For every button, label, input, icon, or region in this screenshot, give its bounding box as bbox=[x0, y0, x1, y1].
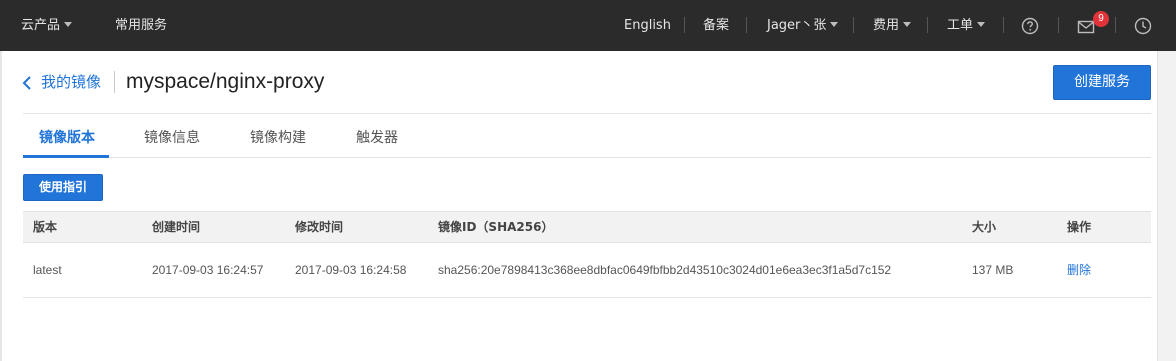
nav-divider bbox=[853, 17, 854, 33]
column-header-created: 创建时间 bbox=[152, 220, 201, 234]
clock-icon[interactable] bbox=[1134, 17, 1152, 35]
tab-triggers[interactable]: 触发器 bbox=[356, 127, 398, 158]
right-scroll-gutter[interactable] bbox=[1157, 51, 1176, 361]
nav-divider bbox=[1115, 17, 1116, 33]
cell-created: 2017-09-03 16:24:57 bbox=[152, 263, 264, 277]
products-menu-label: 云产品 bbox=[21, 18, 61, 33]
column-header-version: 版本 bbox=[33, 220, 58, 234]
nav-divider bbox=[1058, 17, 1059, 33]
top-navbar: 云产品 常用服务 English 备案 Jager丶张 费用 工单 9 bbox=[0, 0, 1176, 51]
column-header-actions: 操作 bbox=[1067, 220, 1092, 234]
tab-image-versions[interactable]: 镜像版本 bbox=[39, 127, 95, 158]
cell-version: latest bbox=[33, 263, 62, 277]
nav-divider bbox=[927, 17, 928, 33]
nav-divider bbox=[1003, 17, 1004, 33]
column-header-modified: 修改时间 bbox=[295, 220, 344, 234]
delete-link[interactable]: 删除 bbox=[1067, 243, 1091, 297]
chevron-down-icon bbox=[903, 22, 912, 27]
record-link[interactable]: 备案 bbox=[703, 0, 729, 51]
language-switch[interactable]: English bbox=[624, 0, 671, 51]
products-menu[interactable]: 云产品 bbox=[21, 0, 73, 51]
chevron-down-icon bbox=[977, 22, 986, 27]
header-divider bbox=[23, 113, 1151, 114]
table-row: latest 2017-09-03 16:24:57 2017-09-03 16… bbox=[23, 243, 1151, 298]
breadcrumb-my-images[interactable]: 我的镜像 bbox=[41, 72, 101, 92]
left-edge bbox=[0, 51, 2, 361]
cell-modified: 2017-09-03 16:24:58 bbox=[295, 263, 407, 277]
services-menu[interactable]: 常用服务 bbox=[115, 0, 167, 51]
title-divider bbox=[114, 71, 115, 93]
usage-guide-button[interactable]: 使用指引 bbox=[23, 174, 103, 201]
nav-divider bbox=[746, 17, 747, 33]
tab-image-build[interactable]: 镜像构建 bbox=[250, 127, 306, 158]
create-service-button[interactable]: 创建服务 bbox=[1053, 65, 1151, 100]
column-header-size: 大小 bbox=[972, 220, 997, 234]
table-header: 版本 创建时间 修改时间 镜像ID（SHA256） 大小 操作 bbox=[23, 211, 1151, 243]
cell-image-id: sha256:20e7898413c368ee8dbfac0649fbfbb2d… bbox=[438, 263, 892, 277]
tabs-divider bbox=[23, 157, 1151, 158]
tickets-label: 工单 bbox=[947, 18, 974, 33]
billing-label: 费用 bbox=[873, 18, 900, 33]
chevron-down-icon bbox=[64, 22, 73, 27]
tickets-menu[interactable]: 工单 bbox=[947, 0, 986, 51]
help-circle-icon[interactable] bbox=[1021, 17, 1039, 35]
page-title: myspace/nginx-proxy bbox=[126, 70, 325, 93]
chevron-down-icon bbox=[830, 22, 839, 27]
user-name: Jager丶张 bbox=[767, 18, 827, 33]
column-header-image-id: 镜像ID（SHA256） bbox=[438, 220, 554, 234]
active-tab-indicator bbox=[23, 155, 109, 158]
tab-image-info[interactable]: 镜像信息 bbox=[144, 127, 200, 158]
user-menu[interactable]: Jager丶张 bbox=[767, 0, 839, 51]
cell-size: 137 MB bbox=[972, 263, 1014, 277]
chevron-left-icon[interactable] bbox=[21, 74, 33, 92]
billing-menu[interactable]: 费用 bbox=[873, 0, 912, 51]
nav-divider bbox=[684, 17, 685, 33]
message-count-badge: 9 bbox=[1093, 11, 1109, 27]
